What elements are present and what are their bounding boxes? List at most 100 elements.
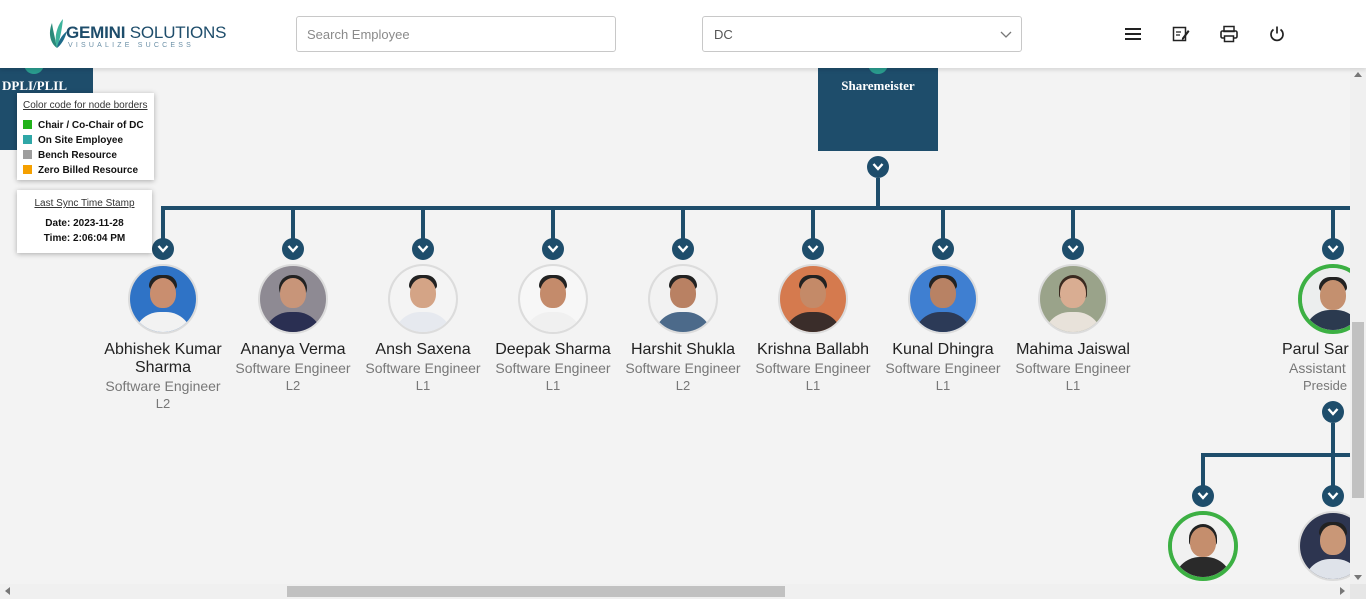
- legend-swatch: [23, 150, 32, 159]
- employee-role: Software Engineer: [495, 360, 611, 376]
- expand-toggle[interactable]: [152, 238, 174, 260]
- print-icon[interactable]: [1219, 24, 1239, 44]
- sync-timestamp-card: Last Sync Time Stamp Date: 2023-11-28 Ti…: [17, 190, 152, 253]
- employee-avatar: [778, 264, 848, 334]
- expand-toggle[interactable]: [542, 238, 564, 260]
- employee-level: L1: [545, 378, 561, 393]
- legend-swatch: [23, 135, 32, 144]
- employee-level: L2: [285, 378, 301, 393]
- employee-level: L2: [155, 396, 171, 411]
- power-icon[interactable]: [1267, 24, 1287, 44]
- legend-item-onsite: On Site Employee: [23, 135, 123, 147]
- root-avatar: [868, 68, 888, 74]
- expand-toggle[interactable]: [1062, 238, 1084, 260]
- company-logo[interactable]: GEMINI SOLUTIONS VISUALIZE SUCCESS: [46, 17, 226, 51]
- employee-level: L1: [415, 378, 431, 393]
- employee-level: L2: [675, 378, 691, 393]
- logo-wordmark: GEMINI SOLUTIONS: [66, 23, 227, 42]
- employee-level: L1: [935, 378, 951, 393]
- scrollbar-corner: [1350, 584, 1366, 599]
- employee-name: Parul Sar: [1282, 341, 1349, 358]
- employee-name: Mahima Jaiswal: [1016, 341, 1130, 358]
- expand-toggle[interactable]: [932, 238, 954, 260]
- legend-swatch: [23, 120, 32, 129]
- employee-role: Assistant: [1289, 360, 1346, 376]
- chevron-down-icon: [677, 245, 689, 253]
- top-header: GEMINI SOLUTIONS VISUALIZE SUCCESS DC: [0, 0, 1366, 68]
- search-employee-input[interactable]: [296, 16, 616, 52]
- employee-avatar: [518, 264, 588, 334]
- chevron-down-icon: [1327, 408, 1339, 416]
- dc-select-value: DC: [714, 27, 733, 42]
- legend-item-bench: Bench Resource: [23, 150, 117, 162]
- chevron-down-icon: [872, 163, 884, 171]
- logo-tagline: VISUALIZE SUCCESS: [68, 42, 194, 49]
- department-label: DPLI/PLIL: [2, 78, 68, 93]
- org-chart-canvas[interactable]: DPLI/PLIL Sharemeister Color code for no…: [0, 68, 1350, 584]
- expand-toggle[interactable]: [802, 238, 824, 260]
- dc-select[interactable]: DC: [702, 16, 1022, 52]
- expand-toggle[interactable]: [282, 238, 304, 260]
- employee-role: Software Engineer: [235, 360, 351, 376]
- sync-date: Date: 2023-11-28: [45, 218, 124, 229]
- scroll-up-arrow-icon[interactable]: [1354, 72, 1362, 77]
- chevron-down-icon: [807, 245, 819, 253]
- employee-name: Ansh Saxena: [375, 341, 471, 358]
- legend-item-zero-billed: Zero Billed Resource: [23, 165, 138, 177]
- logo-leaf-icon: [49, 19, 67, 48]
- horizontal-scroll-thumb[interactable]: [287, 586, 785, 597]
- legend-title: Color code for node borders: [23, 100, 148, 111]
- employee-name: Kunal Dhingra: [892, 341, 994, 358]
- edit-note-icon[interactable]: [1171, 24, 1191, 44]
- employee-avatar: [1298, 511, 1350, 581]
- employee-avatar: [258, 264, 328, 334]
- scroll-left-arrow-icon[interactable]: [5, 587, 10, 595]
- menu-icon[interactable]: [1123, 24, 1143, 44]
- expand-toggle-parul[interactable]: [1322, 401, 1344, 423]
- employee-avatar: [1038, 264, 1108, 334]
- employee-avatar: [908, 264, 978, 334]
- vertical-scroll-thumb[interactable]: [1352, 322, 1364, 498]
- employee-role: Software Engineer: [755, 360, 871, 376]
- employee-level: Preside: [1303, 378, 1348, 393]
- employee-avatar: [128, 264, 198, 334]
- expand-toggle-root[interactable]: [867, 156, 889, 178]
- employee-level: L1: [805, 378, 821, 393]
- chevron-down-icon: [287, 245, 299, 253]
- expand-toggle[interactable]: [672, 238, 694, 260]
- app-root: GEMINI SOLUTIONS VISUALIZE SUCCESS DC: [0, 0, 1366, 599]
- employee-avatar: [1168, 511, 1238, 581]
- employee-role: Software Engineer: [105, 378, 221, 394]
- employee-name: Krishna Ballabh: [756, 341, 870, 358]
- sync-title: Last Sync Time Stamp: [34, 198, 135, 209]
- chevron-down-icon: [1000, 31, 1012, 38]
- employee-avatar: [1298, 264, 1350, 334]
- employee-avatar: [648, 264, 718, 334]
- chevron-down-icon: [1327, 245, 1339, 253]
- employee-role: Software Engineer: [365, 360, 481, 376]
- chevron-down-icon: [1197, 492, 1209, 500]
- legend-swatch: [23, 165, 32, 174]
- chevron-down-icon: [157, 245, 169, 253]
- expand-toggle[interactable]: [1192, 485, 1214, 507]
- expand-toggle[interactable]: [1322, 238, 1344, 260]
- expand-toggle[interactable]: [412, 238, 434, 260]
- chevron-down-icon: [937, 245, 949, 253]
- employee-role: Software Engineer: [1015, 360, 1131, 376]
- horizontal-scrollbar[interactable]: [0, 584, 1350, 599]
- employee-level: L1: [1065, 378, 1081, 393]
- root-node[interactable]: Sharemeister: [818, 68, 938, 151]
- employee-name: Abhishek Kumar Sharma: [104, 341, 222, 376]
- sync-time: Time: 2:06:04 PM: [43, 233, 126, 244]
- chevron-down-icon: [1327, 492, 1339, 500]
- expand-toggle[interactable]: [1322, 485, 1344, 507]
- scroll-right-arrow-icon[interactable]: [1340, 587, 1345, 595]
- root-label: Sharemeister: [841, 78, 915, 93]
- vertical-scrollbar[interactable]: [1350, 68, 1366, 584]
- chevron-down-icon: [1067, 245, 1079, 253]
- chevron-down-icon: [547, 245, 559, 253]
- scroll-down-arrow-icon[interactable]: [1354, 575, 1362, 580]
- employee-role: Software Engineer: [885, 360, 1001, 376]
- employee-name: Ananya Verma: [240, 341, 346, 358]
- employee-avatar: [388, 264, 458, 334]
